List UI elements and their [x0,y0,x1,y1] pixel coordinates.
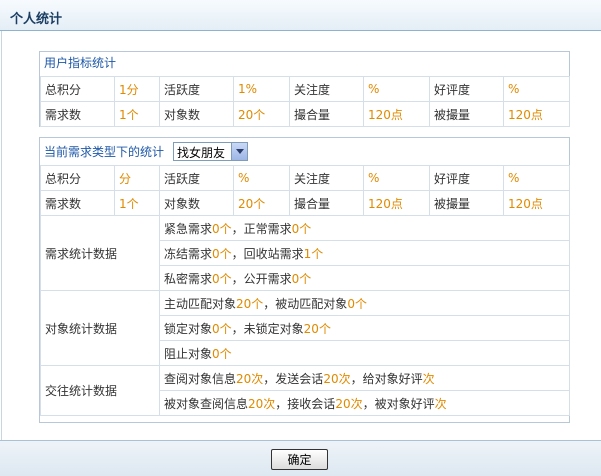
stat-text: 私密需求 [164,271,213,286]
section-line: 主动匹配对象20个，被动匹配对象0个 [159,290,570,316]
stat-label: 好评度 [429,76,504,102]
stat-label: 对象数 [159,101,234,127]
stat-label: 撮合量 [289,190,364,216]
stat-value: % [363,165,430,191]
stat-count: 0个 [291,271,312,286]
section-label: 交往统计数据 [40,365,160,416]
stat-text: 锁定对象 [164,321,213,336]
demand-stats-panel: 当前需求类型下的统计 找女朋友 总积分分活跃度% 关注度% 好评度% 需求数 1个 对象数… [39,137,570,423]
stat-value: 20个 [233,101,290,127]
user-stats-table: 总积分 1分 活跃度 1% 关注度% 好评度% 需求数 1个 对象数 20个 撮合量 120点 被撮量 1… [40,76,570,127]
stat-label: 需求数 [40,190,115,216]
stat-value: % [233,165,290,191]
stat-text: ，接收会话 [275,396,336,411]
stat-text: ，未锁定对象 [231,321,304,336]
stat-text: 紧急需求 [164,221,213,236]
stat-text: ，回收站需求 [231,246,304,261]
section-line: 阻止对象0个 [159,340,570,366]
section-line: 锁定对象0个，未锁定对象20个 [159,315,570,341]
user-stats-caption: 用户指标统计 [44,56,117,70]
demand-stats-caption: 当前需求类型下的统计 [44,145,165,159]
stat-text: 查阅对象信息 [164,371,237,386]
stat-value: 120点 [363,190,430,216]
stat-text: ，公开需求 [231,271,292,286]
table-row: 需求统计数据 紧急需求0个，正常需求0个 [40,215,570,291]
stat-value: % [503,165,570,191]
stat-value: 分 [114,165,160,191]
stat-text: ，给对象好评 [350,371,423,386]
section-line: 紧急需求0个，正常需求0个 [159,215,570,241]
stat-count: 20次 [236,371,264,386]
user-stats-panel: 用户指标统计 总积分 1分 活跃度 1% 关注度% 好评度% 需求数 1个 对象数 20个 撮合量 1… [39,51,570,127]
stat-label: 关注度 [289,76,364,102]
stat-text: ，正常需求 [231,221,292,236]
section-line: 冻结需求0个，回收站需求1个 [159,240,570,266]
page-title: 个人统计 [10,12,63,27]
stat-text: ，发送会话 [263,371,324,386]
stat-value: 1个 [114,190,160,216]
stat-count: 20个 [236,296,264,311]
stat-value: 120点 [363,101,430,127]
stat-label: 活跃度 [159,165,234,191]
table-row: 交往统计数据 查阅对象信息20次，发送会话20次，给对象好评次 [40,365,570,416]
stat-count: 0个 [347,296,367,311]
stat-count: 20次 [335,396,363,411]
stat-count: 0个 [212,271,232,286]
demand-type-value: 找女朋友 [177,146,226,160]
stat-value: 120点 [503,190,570,216]
stat-label: 需求数 [40,101,115,127]
stat-value: 20个 [233,190,290,216]
chevron-down-icon[interactable] [231,143,247,160]
stat-text: 被对象查阅信息 [164,396,249,411]
stat-text: 主动匹配对象 [164,296,237,311]
stat-label: 对象数 [159,190,234,216]
page-footer: 确定 [0,440,601,476]
stat-value: 1% [233,76,290,102]
stat-label: 被撮量 [429,101,504,127]
table-row: 需求数 1个 对象数 20个 撮合量 120点 被撮量 120点 [40,190,570,216]
ok-button[interactable]: 确定 [271,449,328,470]
stat-count: 1个 [303,246,324,261]
stat-text: 冻结需求 [164,246,213,261]
stat-count: 次 [422,371,435,386]
table-row: 总积分 1分 活跃度 1% 关注度% 好评度% [40,76,570,102]
stat-value: 120点 [503,101,570,127]
stat-value: % [363,76,430,102]
section-line: 私密需求0个，公开需求0个 [159,265,570,291]
stat-count: 20个 [303,321,331,336]
stat-count: 次 [434,396,447,411]
page-header: 个人统计 [0,0,601,31]
stat-count: 0个 [291,221,312,236]
stat-label: 被撮量 [429,190,504,216]
stat-value: 1个 [114,101,160,127]
section-label: 需求统计数据 [40,215,160,291]
stat-value: 1分 [114,76,160,102]
stat-label: 关注度 [289,165,364,191]
stat-count: 20次 [323,371,351,386]
stat-count: 0个 [212,346,232,361]
stat-value: % [503,76,570,102]
section-label: 对象统计数据 [40,290,160,366]
stat-label: 总积分 [40,165,115,191]
table-row: 总积分分活跃度% 关注度% 好评度% [40,165,570,191]
stat-label: 好评度 [429,165,504,191]
stat-count: 20次 [248,396,276,411]
stat-label: 活跃度 [159,76,234,102]
table-row: 对象统计数据 主动匹配对象20个，被动匹配对象0个 [40,290,570,366]
table-row: 需求数 1个 对象数 20个 撮合量 120点 被撮量 120点 [40,101,570,127]
stat-text: ，被对象好评 [362,396,435,411]
section-line: 被对象查阅信息20次，接收会话20次，被对象好评次 [159,390,570,416]
stat-text: 阻止对象 [164,346,213,361]
stat-text: ，被动匹配对象 [263,296,348,311]
stat-count: 0个 [212,221,232,236]
stat-count: 0个 [212,321,232,336]
stat-count: 0个 [212,246,232,261]
demand-type-select[interactable]: 找女朋友 [173,142,248,161]
demand-stats-table: 总积分分活跃度% 关注度% 好评度% 需求数 1个 对象数 20个 撮合量 120点 被撮量 120… [40,165,570,416]
stat-label: 总积分 [40,76,115,102]
section-line: 查阅对象信息20次，发送会话20次，给对象好评次 [159,365,570,391]
stat-label: 撮合量 [289,101,364,127]
